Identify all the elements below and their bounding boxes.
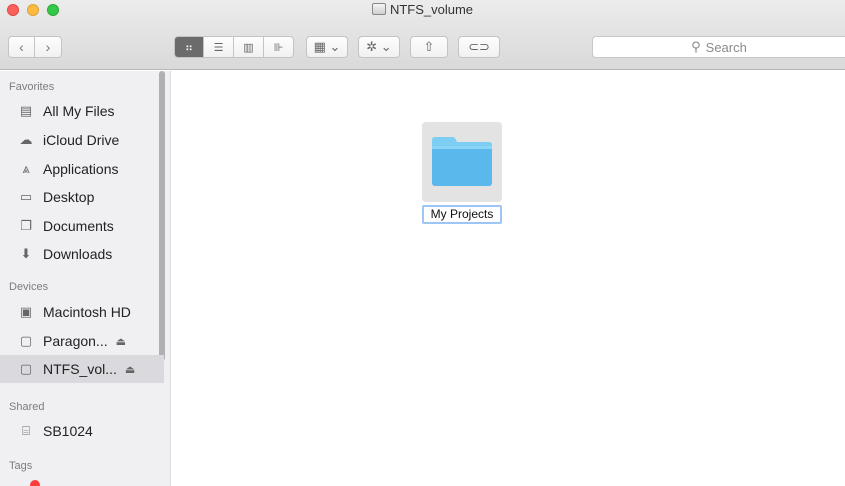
- sidebar-item-label: Paragon...: [43, 333, 108, 349]
- sidebar-item-label: Desktop: [43, 189, 95, 205]
- sidebar-item-desktop[interactable]: ▭ Desktop: [0, 183, 164, 211]
- titlebar: NTFS_volume ‹ › ⠶ ☰ ▥ ⊪ ▦ ⌄ ✲ ⌄ ⇧ ⊂⊃ ⚲ S…: [0, 0, 845, 70]
- sidebar-heading-shared: Shared: [9, 401, 45, 413]
- documents-icon: ❐: [20, 218, 32, 233]
- column-view-icon: ▥: [243, 41, 254, 54]
- sidebar-item-ntfs-volume[interactable]: ▢ NTFS_vol... ⏏: [0, 355, 164, 383]
- sidebar-item-sb1024[interactable]: ⌸ SB1024: [0, 417, 164, 445]
- sidebar-heading-favorites: Favorites: [9, 81, 55, 93]
- downloads-icon: ⬇: [20, 246, 32, 261]
- all-files-icon: ▤: [19, 103, 33, 118]
- action-button[interactable]: ✲ ⌄: [358, 36, 400, 58]
- sidebar-item-applications[interactable]: ⩓ Applications: [0, 155, 164, 183]
- nav-buttons: ‹ ›: [8, 36, 62, 58]
- eject-icon[interactable]: ⏏: [125, 363, 135, 376]
- view-mode-group: ⠶ ☰ ▥ ⊪: [174, 36, 294, 58]
- share-icon: ⇧: [423, 39, 435, 54]
- sidebar-item-icloud-drive[interactable]: ☁ iCloud Drive: [0, 126, 164, 154]
- hard-disk-icon: ▣: [19, 304, 33, 319]
- sidebar-heading-tags: Tags: [9, 460, 33, 472]
- sidebar-item-all-my-files[interactable]: ▤ All My Files: [0, 97, 164, 125]
- tag-red-dot-icon[interactable]: [30, 480, 40, 486]
- arrange-button[interactable]: ▦ ⌄: [306, 36, 348, 58]
- back-button[interactable]: ‹: [8, 36, 35, 58]
- share-button[interactable]: ⇧: [410, 36, 448, 58]
- folder-name-field[interactable]: My Projects: [422, 205, 502, 224]
- network-server-icon: ⌸: [22, 423, 30, 438]
- search-field[interactable]: ⚲ Search: [592, 36, 845, 58]
- cover-flow-view-button[interactable]: ⊪: [264, 36, 294, 58]
- window-title: NTFS_volume: [0, 2, 845, 17]
- folder-icon: [432, 137, 492, 186]
- sidebar-item-label: NTFS_vol...: [43, 361, 117, 377]
- sidebar-heading-devices: Devices: [9, 281, 49, 293]
- window-title-text: NTFS_volume: [389, 2, 474, 17]
- sidebar: Favorites ▤ All My Files ☁ iCloud Drive …: [0, 71, 171, 486]
- arrange-icon: ▦ ⌄: [313, 39, 341, 54]
- chevron-left-icon: ‹: [19, 39, 24, 55]
- sidebar-item-label: Macintosh HD: [43, 304, 131, 320]
- gear-icon: ✲ ⌄: [366, 39, 392, 54]
- sidebar-item-downloads[interactable]: ⬇ Downloads: [0, 240, 164, 268]
- external-disk-icon: ▢: [19, 361, 33, 376]
- icon-view-button[interactable]: ⠶: [174, 36, 204, 58]
- sidebar-item-label: Downloads: [43, 246, 113, 262]
- file-browser-content: My Projects: [172, 71, 845, 486]
- cover-flow-icon: ⊪: [273, 41, 284, 54]
- forward-button[interactable]: ›: [35, 36, 62, 58]
- sidebar-item-label: SB1024: [43, 423, 93, 439]
- cloud-icon: ☁: [19, 132, 33, 147]
- sidebar-item-macintosh-hd[interactable]: ▣ Macintosh HD: [0, 298, 164, 326]
- chevron-right-icon: ›: [45, 39, 51, 55]
- tag-icon: ⊂⊃: [468, 39, 490, 54]
- sidebar-item-documents[interactable]: ❐ Documents: [0, 212, 164, 240]
- sidebar-item-label: iCloud Drive: [43, 132, 120, 148]
- list-view-button[interactable]: ☰: [204, 36, 234, 58]
- sidebar-item-label: Applications: [43, 161, 119, 177]
- finder-window: NTFS_volume ‹ › ⠶ ☰ ▥ ⊪ ▦ ⌄ ✲ ⌄ ⇧ ⊂⊃ ⚲ S…: [0, 0, 845, 486]
- external-disk-icon: ▢: [19, 333, 33, 348]
- sidebar-item-label: All My Files: [43, 103, 115, 119]
- eject-icon[interactable]: ⏏: [116, 335, 126, 348]
- desktop-icon: ▭: [19, 189, 33, 204]
- applications-icon: ⩓: [22, 161, 30, 176]
- sidebar-item-label: Documents: [43, 218, 114, 234]
- sidebar-item-paragon[interactable]: ▢ Paragon... ⏏: [0, 327, 164, 355]
- icon-view-icon: ⠶: [184, 41, 194, 54]
- edit-tags-button[interactable]: ⊂⊃: [458, 36, 500, 58]
- magnifier-icon: ⚲: [691, 39, 701, 54]
- search-placeholder: Search: [705, 39, 747, 55]
- column-view-button[interactable]: ▥: [234, 36, 264, 58]
- list-view-icon: ☰: [213, 41, 224, 54]
- volume-icon: [371, 3, 386, 15]
